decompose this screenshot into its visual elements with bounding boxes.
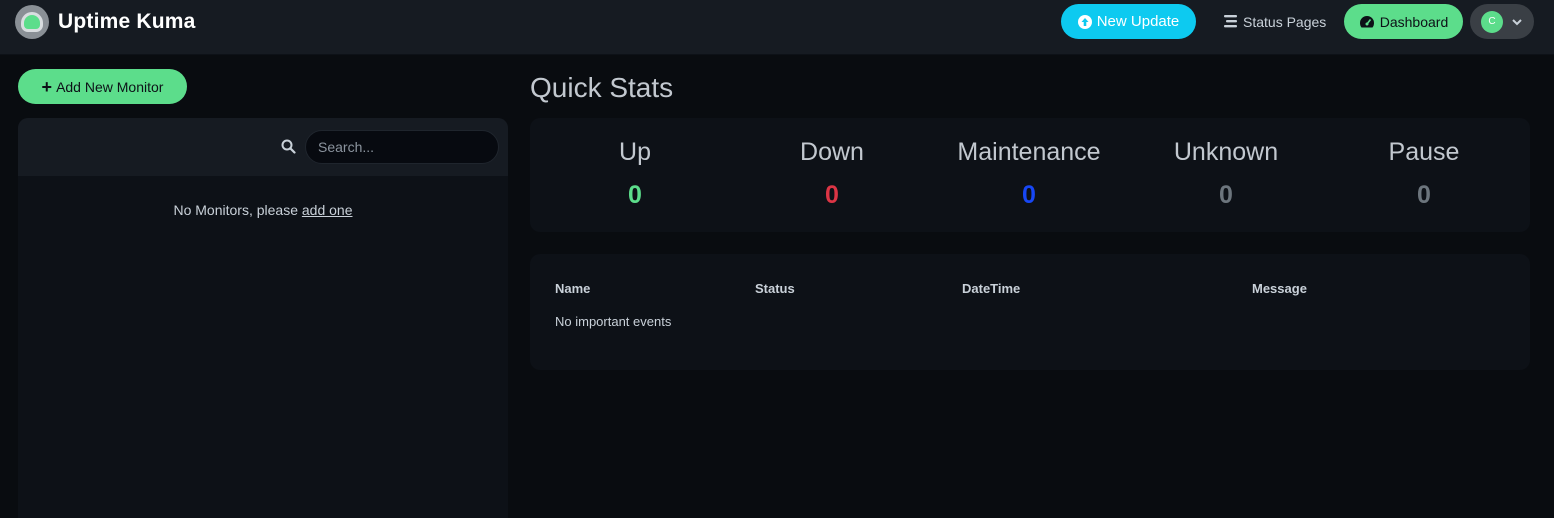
status-pages-link[interactable]: Status Pages — [1224, 4, 1326, 39]
quick-stats-title: Quick Stats — [530, 72, 674, 103]
tachometer-icon — [1359, 15, 1375, 29]
status-pages-label: Status Pages — [1243, 13, 1327, 30]
avatar: C — [1481, 10, 1503, 33]
stat-unknown: Unknown 0 — [1136, 138, 1316, 210]
stat-pause-label: Pause — [1388, 138, 1460, 166]
quick-stats-card: Up 0 Down 0 Maintenance 0 Unknown 0 Paus… — [530, 118, 1530, 232]
dashboard-button[interactable]: Dashboard — [1344, 4, 1463, 39]
column-header-message: Message — [1252, 281, 1307, 296]
stat-up: Up 0 — [545, 138, 725, 210]
stat-maintenance: Maintenance 0 — [939, 138, 1119, 210]
stat-maintenance-label: Maintenance — [957, 138, 1101, 166]
arrow-up-circle-icon — [1077, 14, 1092, 29]
search-icon — [281, 139, 296, 159]
monitor-list-panel: No Monitors, please add one — [18, 118, 508, 518]
stat-pause: Pause 0 — [1334, 138, 1514, 210]
column-header-name: Name — [555, 281, 591, 296]
monitor-list-header — [18, 118, 508, 176]
stat-up-label: Up — [619, 138, 651, 166]
dashboard-label: Dashboard — [1379, 13, 1449, 30]
new-update-label: New Update — [1096, 13, 1180, 30]
new-update-button[interactable]: New Update — [1061, 4, 1196, 39]
app-title: Uptime Kuma — [58, 10, 196, 33]
brand-home-link[interactable]: Uptime Kuma — [15, 5, 196, 39]
no-monitors-text: No Monitors, please — [173, 202, 298, 218]
stat-unknown-label: Unknown — [1173, 138, 1279, 166]
add-new-monitor-button[interactable]: + Add New Monitor — [18, 69, 187, 104]
no-events-message: No important events — [555, 314, 672, 329]
column-header-datetime: DateTime — [962, 281, 1021, 296]
stat-up-value: 0 — [628, 181, 642, 209]
chevron-down-icon — [1512, 13, 1522, 31]
stat-maintenance-value: 0 — [1022, 181, 1036, 209]
add-new-monitor-label: Add New Monitor — [56, 78, 164, 95]
column-header-status: Status — [755, 281, 795, 296]
no-monitors-message: No Monitors, please add one — [18, 202, 508, 218]
add-one-link[interactable]: add one — [302, 202, 353, 218]
important-events-table: Name Status DateTime Message No importan… — [530, 254, 1530, 370]
search-input[interactable] — [305, 130, 499, 164]
uptime-kuma-logo-icon — [15, 5, 49, 39]
stat-pause-value: 0 — [1417, 181, 1431, 209]
stat-down: Down 0 — [742, 138, 922, 210]
stat-unknown-value: 0 — [1219, 181, 1233, 209]
stream-icon — [1224, 15, 1238, 28]
top-navbar: Uptime Kuma New Update Status Pages Dash… — [0, 0, 1554, 55]
plus-icon: + — [41, 76, 53, 97]
stat-down-label: Down — [800, 138, 864, 166]
stat-down-value: 0 — [825, 181, 839, 209]
profile-dropdown[interactable]: C — [1470, 4, 1534, 39]
